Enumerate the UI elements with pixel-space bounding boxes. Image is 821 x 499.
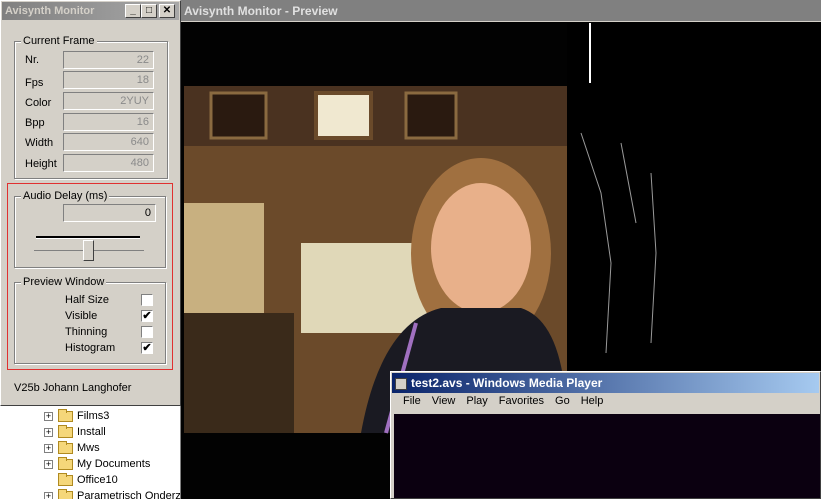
media-player-title-bar[interactable]: test2.avs - Windows Media Player — [392, 373, 819, 393]
media-player-title: test2.avs - Windows Media Player — [411, 376, 603, 390]
histogram-checkbox[interactable]: ✔ — [141, 342, 153, 354]
tree-item-label: Films3 — [77, 410, 110, 422]
tree-item-office10[interactable]: Office10 — [58, 472, 118, 488]
tree-item-label: Office10 — [77, 474, 118, 486]
expand-icon[interactable]: + — [44, 411, 53, 421]
expand-icon[interactable]: + — [44, 427, 53, 437]
fps-label: Fps — [25, 77, 44, 89]
current-frame-title: Current Frame — [21, 35, 97, 47]
audio-delay-slider-thumb[interactable] — [83, 240, 94, 261]
visible-label: Visible — [65, 310, 98, 322]
audio-delay-slider-track[interactable] — [36, 236, 140, 239]
menu-view[interactable]: View — [429, 395, 460, 407]
menu-file[interactable]: File — [400, 395, 425, 407]
expand-icon[interactable]: + — [44, 443, 53, 453]
media-player-video-area[interactable] — [394, 414, 820, 498]
width-label: Width — [25, 137, 54, 149]
frame-nr-field: 22 — [63, 51, 154, 69]
bpp-field: 16 — [63, 113, 154, 131]
menu-bar: File View Play Favorites Go Help — [400, 395, 611, 407]
tree-item-label: Install — [77, 426, 106, 438]
tree-item-films3[interactable]: + Films3 — [44, 408, 109, 424]
minimize-button[interactable]: _ — [125, 4, 141, 18]
width-field: 640 — [63, 133, 154, 151]
app-icon[interactable] — [395, 377, 407, 390]
tree-item-install[interactable]: + Install — [44, 424, 106, 440]
folder-icon — [58, 440, 73, 454]
folder-icon — [58, 424, 73, 438]
audio-delay-field[interactable]: 0 — [63, 204, 156, 222]
explorer-tree: + Films3 + Install + Mws + My Documents Offi… — [0, 406, 181, 499]
frame-nr-label: Nr. — [25, 54, 40, 66]
folder-icon — [58, 456, 73, 470]
tree-item-my-documents[interactable]: + My Documents — [44, 456, 150, 472]
audio-delay-title: Audio Delay (ms) — [21, 190, 110, 202]
visible-checkbox[interactable]: ✔ — [141, 310, 153, 322]
avisynth-monitor-window: Avisynth Monitor _ □ ✕ Current Frame Nr.… — [0, 0, 181, 406]
color-field: 2YUY — [63, 92, 154, 110]
tree-item-parametrisch[interactable]: + Parametrisch Onderz — [44, 488, 181, 499]
folder-icon — [58, 408, 73, 422]
preview-title-bar[interactable]: Avisynth Monitor - Preview — [181, 0, 821, 22]
tree-item-label: My Documents — [77, 458, 151, 470]
tree-item-label: Mws — [77, 442, 100, 454]
thinning-checkbox[interactable] — [141, 326, 153, 338]
version-footer: V25b Johann Langhofer — [14, 382, 132, 394]
tree-item-mws[interactable]: + Mws — [44, 440, 100, 456]
color-label: Color — [25, 97, 52, 109]
half-size-label: Half Size — [65, 294, 110, 306]
thinning-label: Thinning — [65, 326, 108, 338]
half-size-checkbox[interactable] — [141, 294, 153, 306]
height-label: Height — [25, 158, 57, 170]
height-field: 480 — [63, 154, 154, 172]
expand-icon[interactable]: + — [44, 491, 53, 499]
bpp-label: Bpp — [25, 117, 45, 129]
menu-play[interactable]: Play — [463, 395, 491, 407]
close-button[interactable]: ✕ — [159, 4, 175, 18]
preview-title: Avisynth Monitor - Preview — [184, 4, 338, 18]
expand-icon[interactable]: + — [44, 459, 53, 469]
media-player-window: test2.avs - Windows Media Player File Vi… — [390, 371, 821, 499]
tree-item-label: Parametrisch Onderz — [77, 490, 181, 499]
menu-help[interactable]: Help — [578, 395, 608, 407]
folder-icon — [58, 488, 73, 499]
preview-window-title: Preview Window — [21, 276, 107, 288]
monitor-title: Avisynth Monitor — [5, 5, 95, 17]
menu-favorites[interactable]: Favorites — [496, 395, 548, 407]
folder-icon — [58, 472, 73, 486]
maximize-button[interactable]: □ — [141, 4, 157, 18]
histogram-label: Histogram — [65, 342, 116, 354]
menu-go[interactable]: Go — [552, 395, 574, 407]
fps-field: 18 — [63, 71, 154, 89]
